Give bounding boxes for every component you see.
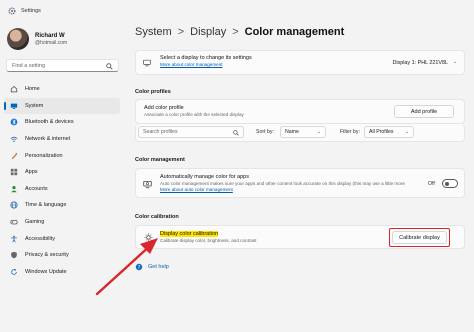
- profile-filter-bar: Search profiles Sort by: Name ⌄ Filter b…: [135, 124, 465, 142]
- color-management-link[interactable]: More about color management: [160, 62, 223, 67]
- sidebar-item-accounts[interactable]: Accounts: [4, 181, 120, 198]
- filter-by-value: All Profiles: [369, 129, 394, 135]
- search-input[interactable]: Find a setting: [6, 59, 119, 72]
- main-content: System > Display > Color management Sele…: [135, 0, 474, 332]
- auto-color-toggle[interactable]: [442, 179, 458, 188]
- chevron-down-icon: ⌄: [404, 129, 409, 135]
- breadcrumb-system[interactable]: System: [135, 26, 172, 38]
- user-profile[interactable]: Richard W @hotmail.com: [7, 26, 122, 52]
- breadcrumb-separator: >: [177, 26, 185, 38]
- accounts-icon: [11, 185, 17, 193]
- sidebar-item-label: Personalization: [25, 152, 63, 159]
- sidebar-item-label: Time & language: [25, 202, 67, 209]
- breadcrumb: System > Display > Color management: [135, 23, 344, 41]
- time-language-icon: [10, 201, 18, 210]
- sidebar-item-privacy-security[interactable]: Privacy & security: [4, 247, 120, 264]
- sidebar-item-label: Accessibility: [25, 235, 55, 242]
- sidebar-item-gaming[interactable]: Gaming: [4, 214, 120, 231]
- sidebar-item-apps[interactable]: Apps: [4, 164, 120, 181]
- apps-icon: [10, 169, 18, 176]
- add-color-profile-subtitle: Associate a color profile with the selec…: [144, 112, 244, 117]
- sidebar-item-system[interactable]: System: [4, 97, 120, 115]
- sidebar-item-label: Network & internet: [25, 136, 71, 143]
- sidebar-item-label: Bluetooth & devices: [25, 119, 74, 126]
- page-title: Color management: [244, 26, 345, 38]
- search-icon: [233, 130, 239, 136]
- sidebar-item-time-language[interactable]: Time & language: [4, 197, 120, 214]
- breadcrumb-display[interactable]: Display: [190, 26, 226, 38]
- search-placeholder: Find a setting: [12, 62, 46, 69]
- settings-gear-icon: [8, 7, 16, 15]
- system-icon: [10, 103, 18, 109]
- section-color-calibration: Color calibration: [135, 214, 179, 220]
- filter-by-dropdown[interactable]: All Profiles ⌄: [364, 126, 414, 138]
- sidebar-item-network[interactable]: Network & internet: [4, 131, 120, 148]
- highlight-box: [389, 228, 450, 247]
- display-select-title: Select a display to change its settings: [160, 55, 252, 61]
- sidebar-item-label: Gaming: [25, 219, 45, 226]
- section-color-profiles: Color profiles: [135, 89, 171, 95]
- nav-list: Home System Bluetooth & devices Network …: [4, 81, 120, 280]
- display-calibration-subtitle: Calibrate display color, brightness, and…: [160, 238, 257, 243]
- brightness-icon: [144, 233, 153, 242]
- sidebar: Richard W @hotmail.com Find a setting Ho…: [0, 22, 122, 332]
- auto-color-title: Automatically manage color for apps: [160, 174, 249, 180]
- sort-by-dropdown[interactable]: Name ⌄: [280, 126, 326, 138]
- search-profiles-placeholder: Search profiles: [143, 129, 178, 135]
- add-profile-button[interactable]: Add profile: [394, 105, 454, 118]
- accessibility-icon: [11, 235, 17, 243]
- display-dropdown-value: Display 1: PHL 221V8L: [392, 59, 448, 66]
- filter-by-label: Filter by:: [340, 129, 360, 135]
- sidebar-item-label: Apps: [25, 169, 38, 176]
- display-calibration-card: Display color calibration Calibrate disp…: [135, 225, 465, 249]
- help-icon: ?: [135, 263, 143, 271]
- get-help-link[interactable]: ? Get help: [135, 263, 169, 271]
- sidebar-item-bluetooth[interactable]: Bluetooth & devices: [4, 114, 120, 131]
- sidebar-item-accessibility[interactable]: Accessibility: [4, 230, 120, 247]
- auto-color-link[interactable]: More about auto color management: [160, 187, 233, 192]
- window-title: Settings: [21, 8, 41, 14]
- sidebar-item-home[interactable]: Home: [4, 81, 120, 98]
- sidebar-item-label: System: [25, 102, 44, 109]
- get-help-label: Get help: [148, 264, 169, 270]
- display-dropdown[interactable]: Display 1: PHL 221V8L ⌄: [380, 56, 460, 69]
- sort-by-value: Name: [285, 129, 299, 135]
- bluetooth-icon: [10, 119, 18, 126]
- home-icon: [10, 86, 18, 93]
- chevron-down-icon: ⌄: [316, 129, 321, 135]
- sidebar-item-label: Windows Update: [25, 268, 67, 275]
- monitor-icon: [143, 59, 151, 67]
- add-color-profile-card: Add color profile Associate a color prof…: [135, 99, 465, 124]
- auto-color-subtitle: Auto color management makes sure your ap…: [160, 181, 405, 186]
- sidebar-item-windows-update[interactable]: Windows Update: [4, 264, 120, 281]
- display-select-card: Select a display to change its settings …: [135, 50, 465, 75]
- personalization-icon: [11, 152, 18, 159]
- gaming-icon: [10, 220, 18, 225]
- display-calibration-title: Display color calibration: [160, 231, 219, 237]
- palette-icon: [143, 180, 152, 189]
- windows-update-icon: [11, 268, 17, 275]
- add-color-profile-title: Add color profile: [144, 105, 184, 111]
- search-icon: [106, 63, 113, 70]
- avatar: [7, 28, 29, 50]
- privacy-security-icon: [11, 252, 17, 259]
- sidebar-item-label: Accounts: [25, 185, 48, 192]
- sidebar-item-label: Privacy & security: [25, 252, 69, 259]
- breadcrumb-separator: >: [232, 26, 239, 38]
- search-profiles-input[interactable]: Search profiles: [138, 126, 244, 138]
- auto-color-management-card: Automatically manage color for apps Auto…: [135, 168, 465, 198]
- chevron-down-icon: ⌄: [452, 59, 457, 65]
- profile-email: @hotmail.com: [35, 39, 68, 46]
- sidebar-item-label: Home: [25, 86, 40, 93]
- sort-by-label: Sort by:: [256, 129, 274, 135]
- profile-name: Richard W: [35, 32, 65, 39]
- toggle-knob: [445, 181, 449, 186]
- section-color-management: Color management: [135, 157, 185, 163]
- toggle-state-label: Off: [428, 181, 435, 187]
- sidebar-item-personalization[interactable]: Personalization: [4, 147, 120, 164]
- network-icon: [10, 136, 18, 143]
